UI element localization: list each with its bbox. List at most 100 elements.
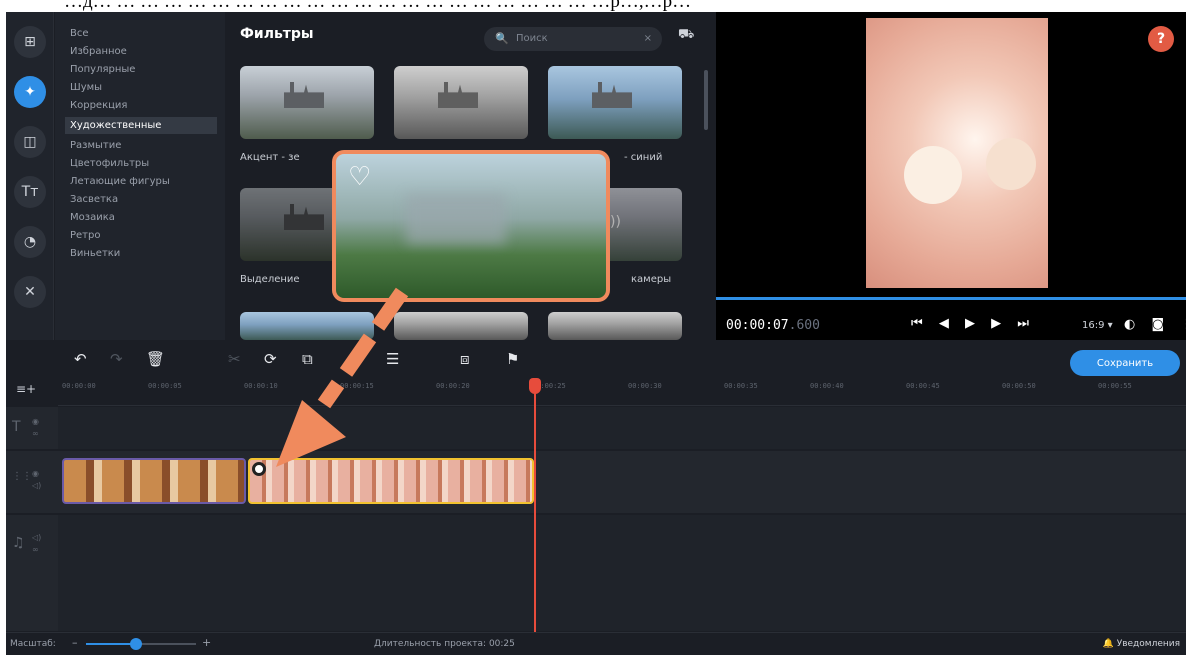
category-item-active[interactable]: Художественные: [65, 117, 217, 134]
marker-icon[interactable]: ⚑: [506, 350, 519, 368]
transitions-icon[interactable]: ◫: [14, 126, 46, 158]
adjust-icon[interactable]: ☰: [386, 350, 399, 368]
video-track-icon: ⋮⋮: [12, 471, 32, 482]
search-input[interactable]: 🔍 Поиск ×: [484, 27, 662, 51]
search-icon: 🔍: [495, 32, 509, 45]
filter-thumbnail[interactable]: [548, 66, 682, 139]
save-button[interactable]: Сохранить: [1070, 350, 1180, 376]
scale-slider-fill: [86, 643, 136, 645]
document-caption: …д… … … … … … … … … … … … … … … … … … … …: [64, 0, 692, 11]
timecode: 00:00:07.600: [726, 318, 820, 333]
filters-wand-icon[interactable]: ✦: [14, 76, 46, 108]
playback-progress[interactable]: [716, 297, 1186, 300]
track-header: ⋮⋮ ◉ ◁): [6, 451, 58, 513]
filter-thumbnail[interactable]: [394, 312, 528, 340]
tools-icon[interactable]: ✕: [14, 276, 46, 308]
category-item[interactable]: Цветофильтры: [70, 158, 149, 169]
cart-icon[interactable]: ⛟: [678, 27, 694, 44]
sound-icon[interactable]: ◁): [32, 533, 41, 543]
cut-icon[interactable]: ✂: [228, 350, 241, 368]
clip-properties-icon[interactable]: ⧈: [460, 350, 470, 368]
rotate-icon[interactable]: ⟳: [264, 350, 277, 368]
text-track[interactable]: T ◉ ∞: [6, 407, 1186, 449]
preview-player: ? 00:00:07.600 ⏮ ◀ ▶ ▶ ⏭ 16:9 ▾ ◐ ◙ ⋮: [716, 12, 1186, 340]
help-button[interactable]: ?: [1148, 26, 1174, 52]
video-clip-selected[interactable]: [248, 458, 534, 504]
ruler-label: 00:00:50: [1002, 382, 1036, 390]
link-icon[interactable]: ∞: [32, 429, 39, 439]
notifications-label: Уведомления: [1116, 639, 1180, 649]
category-item[interactable]: Засветка: [70, 194, 118, 205]
gallery-scrollbar[interactable]: [704, 70, 708, 130]
import-icon[interactable]: ⊞: [14, 26, 46, 58]
ruler-label: 00:00:05: [148, 382, 182, 390]
scale-slider-knob[interactable]: [129, 638, 142, 650]
undo-icon[interactable]: ↶: [74, 350, 87, 368]
category-item[interactable]: Все: [70, 28, 89, 39]
scale-slider[interactable]: [86, 638, 196, 650]
link-icon[interactable]: ∞: [32, 545, 39, 555]
filter-label: Акцент - зе: [240, 152, 300, 163]
cupcake: [904, 146, 962, 204]
ruler-label: 00:00:15: [340, 382, 374, 390]
ruler-label: 00:00:45: [906, 382, 940, 390]
crop-icon[interactable]: ⧉: [302, 350, 313, 368]
ruler-label: 00:00:40: [810, 382, 844, 390]
category-item[interactable]: Шумы: [70, 82, 102, 93]
favorite-heart-icon[interactable]: ♡: [348, 162, 371, 192]
sound-icon[interactable]: ◁): [32, 481, 41, 491]
panel-title: Фильтры: [240, 26, 314, 42]
filter-label: - синий: [624, 152, 663, 163]
video-editor-window: ⊞ ✦ ◫ Tт ◔ ✕ Все Избранное Популярные Шу…: [6, 12, 1186, 655]
redo-icon[interactable]: ↷: [110, 350, 123, 368]
category-item[interactable]: Виньетки: [70, 248, 120, 259]
filter-thumbnail[interactable]: [394, 66, 528, 139]
screenshot: …д… … … … … … … … … … … … … … … … … … … …: [0, 0, 1189, 658]
volume-snapshot-menu-icons[interactable]: ◐ ◙ ⋮: [1124, 317, 1186, 332]
filter-thumbnail[interactable]: [240, 66, 374, 139]
project-duration: Длительность проекта: 00:25: [374, 639, 515, 649]
aspect-ratio-select[interactable]: 16:9 ▾: [1082, 320, 1113, 331]
filter-label: Выделение: [240, 274, 300, 285]
video-clip[interactable]: [62, 458, 246, 504]
category-item[interactable]: Избранное: [70, 46, 127, 57]
notifications-button[interactable]: 🔔 Уведомления: [1103, 639, 1180, 649]
filter-categories: Все Избранное Популярные Шумы Коррекция …: [55, 12, 225, 340]
filter-thumbnail[interactable]: [548, 312, 682, 340]
music-icon: ♫: [12, 535, 25, 551]
track-header: ♫ ◁) ∞: [6, 515, 58, 631]
track-header: T ◉ ∞: [6, 407, 58, 449]
clear-icon[interactable]: ×: [644, 27, 652, 51]
preview-frame: [866, 18, 1048, 288]
playhead-line: [534, 378, 536, 632]
category-item[interactable]: Мозаика: [70, 212, 115, 223]
zoom-out-icon[interactable]: –: [72, 636, 78, 649]
category-item[interactable]: Ретро: [70, 230, 100, 241]
status-bar: Масштаб: – + Длительность проекта: 00:25…: [6, 632, 1186, 655]
add-track-icon[interactable]: ≡+: [16, 382, 36, 396]
timeline-toolbar: ↶ ↷ 🗑 ✂ ⟳ ⧉ ☰ ⧈ ⚑ Сохранить: [6, 344, 1186, 376]
delete-icon[interactable]: 🗑: [146, 350, 165, 368]
audio-track[interactable]: ♫ ◁) ∞: [6, 515, 1186, 631]
visibility-icon[interactable]: ◉: [32, 469, 39, 479]
filter-preview-popup[interactable]: ♡: [332, 150, 610, 302]
zoom-in-icon[interactable]: +: [202, 636, 211, 649]
visibility-icon[interactable]: ◉: [32, 417, 39, 427]
ruler-label: 00:00:35: [724, 382, 758, 390]
cupcake: [986, 138, 1036, 190]
ruler-label: 00:00:55: [1098, 382, 1132, 390]
scale-label: Масштаб:: [10, 639, 56, 649]
category-item[interactable]: Летающие фигуры: [70, 176, 170, 187]
category-item[interactable]: Коррекция: [70, 100, 127, 111]
timeline-ruler[interactable]: 00:00:00 00:00:05 00:00:10 00:00:15 00:0…: [58, 378, 1186, 406]
ruler-label: 00:00:30: [628, 382, 662, 390]
category-item[interactable]: Размытие: [70, 140, 121, 151]
playback-controls[interactable]: ⏮ ◀ ▶ ▶ ⏭: [911, 316, 1035, 331]
titles-icon[interactable]: Tт: [14, 176, 46, 208]
filter-thumbnail[interactable]: [240, 312, 374, 340]
ruler-label: 00:00:00: [62, 382, 96, 390]
stickers-icon[interactable]: ◔: [14, 226, 46, 258]
category-item[interactable]: Популярные: [70, 64, 135, 75]
sound-icon: )): [610, 214, 621, 230]
playhead-handle[interactable]: [529, 378, 541, 394]
